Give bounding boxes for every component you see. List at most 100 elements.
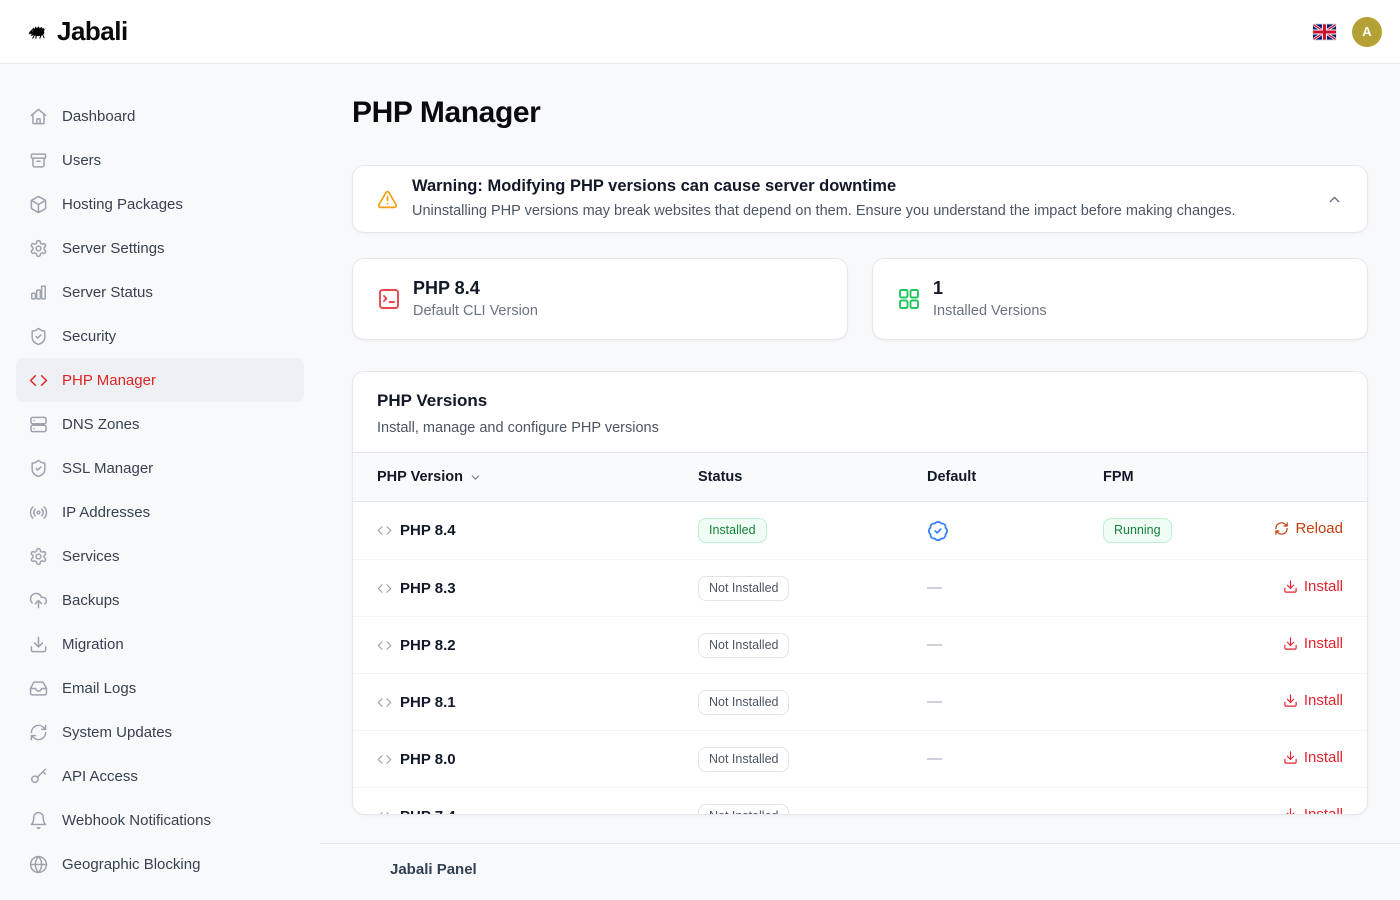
sidebar-item-api-access[interactable]: API Access (16, 754, 304, 798)
versions-subtitle: Install, manage and configure PHP versio… (377, 418, 1343, 438)
install-button[interactable]: Install (1283, 749, 1343, 766)
status-badge: Not Installed (698, 576, 789, 601)
php-version-cell: PHP 8.2 (377, 637, 698, 654)
sidebar-item-label: SSL Manager (62, 460, 153, 477)
sidebar-item-services[interactable]: Services (16, 534, 304, 578)
sidebar-nav: DashboardUsers Hosting Packages Server Set… (0, 64, 320, 900)
not-default-dash: — (927, 750, 942, 767)
bar-chart-icon (29, 283, 48, 302)
sidebar-item-label: Webhook Notifications (62, 812, 211, 829)
install-button[interactable]: Install (1283, 806, 1343, 816)
sidebar-item-migration[interactable]: Migration (16, 622, 304, 666)
sidebar-item-label: Migration (62, 636, 124, 653)
php-version-label: PHP 7.4 (400, 808, 456, 816)
action-label: Install (1304, 692, 1343, 709)
avatar[interactable]: A (1352, 17, 1382, 47)
sidebar-item-ip-addresses[interactable]: IP Addresses (16, 490, 304, 534)
sidebar-item-backups[interactable]: Backups (16, 578, 304, 622)
brand[interactable]: Jabali (28, 16, 128, 47)
column-php-version[interactable]: PHP Version (377, 469, 698, 485)
sidebar-item-dns-zones[interactable]: DNS Zones (16, 402, 304, 446)
sidebar-item-label: Hosting Packages (62, 196, 183, 213)
shield-check-icon (29, 459, 48, 478)
sidebar-item-label: Backups (62, 592, 120, 609)
sidebar-item-label: DNS Zones (62, 416, 140, 433)
php-version-cell: PHP 8.1 (377, 694, 698, 711)
not-default-dash: — (927, 807, 942, 815)
table-row-php-7-4: PHP 7.4Not Installed—Install (353, 787, 1367, 815)
sidebar-item-system-updates[interactable]: System Updates (16, 710, 304, 754)
sidebar-item-label: Email Logs (62, 680, 136, 697)
sidebar-item-dashboard[interactable]: Dashboard (16, 94, 304, 138)
globe-icon (29, 855, 48, 874)
sidebar-item-label: PHP Manager (62, 372, 156, 389)
boar-icon (28, 22, 47, 41)
footer-brand: Jabali Panel (390, 860, 1400, 880)
users-icon (29, 151, 48, 170)
stat-value: PHP 8.4 (413, 277, 538, 300)
alert-triangle-icon (377, 189, 398, 210)
code-icon (377, 809, 392, 816)
sidebar-item-label: Services (62, 548, 120, 565)
terminal-icon (377, 287, 401, 311)
php-version-label: PHP 8.3 (400, 580, 456, 597)
code-icon (377, 752, 392, 767)
stat-label: Default CLI Version (413, 302, 538, 321)
php-version-cell: PHP 8.4 (377, 522, 698, 539)
code-icon (377, 581, 392, 596)
refresh-icon (1274, 521, 1289, 536)
fpm-status-badge: Running (1103, 518, 1172, 543)
not-default-dash: — (927, 636, 942, 653)
action-label: Install (1304, 749, 1343, 766)
table-row-php-8-1: PHP 8.1Not Installed—Install (353, 673, 1367, 730)
sidebar-item-geographic-blocking[interactable]: Geographic Blocking (16, 842, 304, 886)
table-row-php-8-0: PHP 8.0Not Installed — Install (353, 730, 1367, 787)
radio-icon (29, 503, 48, 522)
sidebar-item-server-settings[interactable]: Server Settings (16, 226, 304, 270)
brand-name: Jabali (57, 16, 128, 47)
code-icon (29, 371, 48, 390)
sidebar-item-server-status[interactable]: Server Status (16, 270, 304, 314)
php-versions-card: PHP Versions Install, manage and configu… (352, 371, 1368, 815)
column-default: Default (927, 469, 1103, 485)
php-version-label: PHP 8.4 (400, 522, 456, 539)
install-button[interactable]: Install (1283, 635, 1343, 652)
reload-button[interactable]: Reload (1274, 520, 1343, 537)
download-icon (1283, 636, 1298, 651)
status-badge: Not Installed (698, 633, 789, 658)
not-default-dash: — (927, 579, 942, 596)
status-badge: Not Installed (698, 747, 789, 772)
php-version-cell: PHP 7.4 (377, 808, 698, 816)
table-row-php-8-3: PHP 8.3 Not Installed — Install (353, 559, 1367, 616)
warning-title: Warning: Modifying PHP versions can caus… (412, 176, 1235, 196)
sidebar-item-hosting-packages[interactable]: Hosting Packages (16, 182, 304, 226)
column-fpm: FPM (1103, 469, 1343, 485)
install-button[interactable]: Install (1283, 692, 1343, 709)
php-version-cell: PHP 8.0 (377, 751, 698, 768)
bell-icon (29, 811, 48, 830)
sidebar-item-label: Security (62, 328, 116, 345)
main-content: PHP Manager Warning: Modifying PHP versi… (320, 64, 1400, 900)
stat-value: 1 (933, 277, 1047, 300)
action-label: Install (1304, 635, 1343, 652)
server-icon (29, 415, 48, 434)
package-icon (29, 195, 48, 214)
sidebar-item-ssl-manager[interactable]: SSL Manager (16, 446, 304, 490)
sidebar-item-label: API Access (62, 768, 138, 785)
code-icon (377, 638, 392, 653)
cloud-upload-icon (29, 591, 48, 610)
sidebar-item-users[interactable]: Users (16, 138, 304, 182)
warning-collapse-button[interactable] (1326, 191, 1343, 208)
uk-flag-icon[interactable] (1313, 24, 1336, 40)
stat-card-installed-versions: 1 Installed Versions (872, 258, 1368, 340)
install-button[interactable]: Install (1283, 578, 1343, 595)
warning-description: Uninstalling PHP versions may break webs… (412, 200, 1235, 222)
main-footer: Jabali Panel (320, 843, 1400, 900)
column-status: Status (698, 469, 927, 485)
sidebar-item-email-logs[interactable]: Email Logs (16, 666, 304, 710)
badge-check-icon (927, 520, 1103, 542)
sidebar-item-webhook-notifications[interactable]: Webhook Notifications (16, 798, 304, 842)
sidebar-item-security[interactable]: Security (16, 314, 304, 358)
sidebar-item-php-manager[interactable]: PHP Manager (16, 358, 304, 402)
php-version-label: PHP 8.2 (400, 637, 456, 654)
